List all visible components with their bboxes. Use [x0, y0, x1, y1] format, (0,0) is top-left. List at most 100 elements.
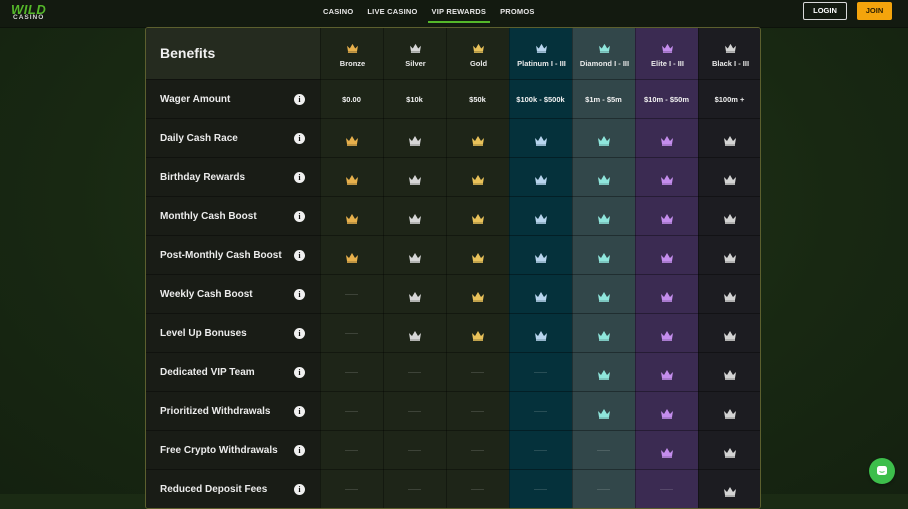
included-crown-icon — [408, 133, 422, 146]
crown-icon — [535, 214, 547, 224]
benefit-cell — [572, 392, 635, 431]
info-icon[interactable]: i — [294, 445, 305, 456]
included-crown-icon — [345, 133, 359, 146]
included-crown-icon — [534, 133, 548, 146]
nav-vip-rewards[interactable]: VIP REWARDS — [425, 0, 494, 23]
crown-icon — [661, 370, 673, 380]
included-crown-icon — [345, 172, 359, 185]
included-crown-icon — [723, 172, 737, 185]
login-button[interactable]: LOGIN — [803, 2, 847, 20]
benefit-cell — [509, 275, 572, 314]
benefit-row: Free Crypto Withdrawals i — [146, 430, 760, 470]
benefit-cell — [698, 353, 760, 392]
included-crown-icon — [408, 328, 422, 341]
vip-benefits-table: Bronze Silver Gold Platinum I - III Diamond … — [145, 27, 761, 509]
crown-icon — [347, 43, 358, 53]
crown-icon — [346, 253, 358, 263]
crown-icon — [661, 409, 673, 419]
crown-icon — [472, 136, 484, 146]
chat-support-button[interactable] — [869, 458, 895, 484]
crown-icon — [598, 214, 610, 224]
crown-icon — [598, 136, 610, 146]
not-included-dash — [534, 489, 547, 490]
benefit-label: Daily Cash Race — [160, 133, 238, 144]
benefit-cell — [572, 275, 635, 314]
benefit-label: Reduced Deposit Fees — [160, 484, 268, 495]
included-crown-icon — [660, 328, 674, 341]
benefit-cell — [698, 431, 760, 470]
info-icon[interactable]: i — [294, 289, 305, 300]
join-button[interactable]: JOIN — [857, 2, 892, 20]
benefit-row: Reduced Deposit Fees i — [146, 469, 760, 508]
benefit-cell — [635, 392, 698, 431]
not-included-dash — [471, 372, 484, 373]
benefit-cell — [572, 314, 635, 353]
benefit-cell — [320, 197, 383, 236]
tier-header: Elite I - III — [636, 28, 699, 79]
benefit-cell — [698, 236, 760, 275]
not-included-dash — [408, 450, 421, 451]
included-crown-icon — [597, 367, 611, 380]
included-crown-icon — [597, 211, 611, 224]
benefit-cell — [509, 119, 572, 158]
crown-icon — [409, 253, 421, 263]
crown-icon — [472, 214, 484, 224]
benefit-label: Weekly Cash Boost — [160, 289, 253, 300]
crown-icon — [598, 331, 610, 341]
benefit-cell — [635, 314, 698, 353]
crown-icon — [661, 448, 673, 458]
included-crown-icon — [471, 172, 485, 185]
info-icon[interactable]: i — [294, 328, 305, 339]
crown-icon — [724, 214, 736, 224]
info-icon[interactable]: i — [294, 406, 305, 417]
not-included-dash — [534, 372, 547, 373]
nav-promos[interactable]: PROMOS — [493, 0, 542, 22]
included-crown-icon — [660, 133, 674, 146]
wild-casino-logo[interactable]: WILD CASINO — [11, 2, 51, 23]
logo-subtext: CASINO — [13, 14, 45, 21]
benefit-cell — [635, 236, 698, 275]
crown-icon — [724, 370, 736, 380]
crown-icon — [724, 175, 736, 185]
not-included-dash — [597, 450, 610, 451]
crown-icon — [472, 175, 484, 185]
crown-icon — [661, 214, 673, 224]
included-crown-icon — [597, 133, 611, 146]
tier-name: Gold — [469, 59, 488, 68]
nav-live-casino[interactable]: LIVE CASINO — [360, 0, 424, 22]
benefit-cell — [698, 275, 760, 314]
nav-casino[interactable]: CASINO — [316, 0, 360, 22]
included-crown-icon — [597, 406, 611, 419]
not-included-dash — [471, 450, 484, 451]
info-icon[interactable]: i — [294, 211, 305, 222]
crown-icon — [661, 292, 673, 302]
info-icon[interactable]: i — [294, 133, 305, 144]
included-crown-icon — [408, 289, 422, 302]
benefit-cell — [635, 470, 698, 508]
included-crown-icon — [660, 172, 674, 185]
crown-icon — [724, 448, 736, 458]
benefit-cell — [320, 353, 383, 392]
crown-icon — [725, 43, 736, 53]
included-crown-icon — [534, 250, 548, 263]
included-crown-icon — [660, 445, 674, 458]
not-included-dash — [345, 294, 358, 295]
included-crown-icon — [408, 172, 422, 185]
crown-icon — [598, 175, 610, 185]
info-icon[interactable]: i — [294, 367, 305, 378]
included-crown-icon — [723, 250, 737, 263]
benefit-cell — [509, 470, 572, 508]
benefit-label: Dedicated VIP Team — [160, 367, 255, 378]
info-icon[interactable]: i — [294, 94, 305, 105]
crown-icon — [599, 43, 610, 53]
benefit-cell — [320, 470, 383, 508]
included-crown-icon — [534, 172, 548, 185]
benefit-row: Level Up Bonuses i — [146, 313, 760, 353]
info-icon[interactable]: i — [294, 172, 305, 183]
info-icon[interactable]: i — [294, 484, 305, 495]
crown-icon — [409, 292, 421, 302]
info-icon[interactable]: i — [294, 250, 305, 261]
benefit-cell: $100m + — [698, 80, 760, 119]
benefit-cell — [509, 353, 572, 392]
crown-icon — [724, 136, 736, 146]
